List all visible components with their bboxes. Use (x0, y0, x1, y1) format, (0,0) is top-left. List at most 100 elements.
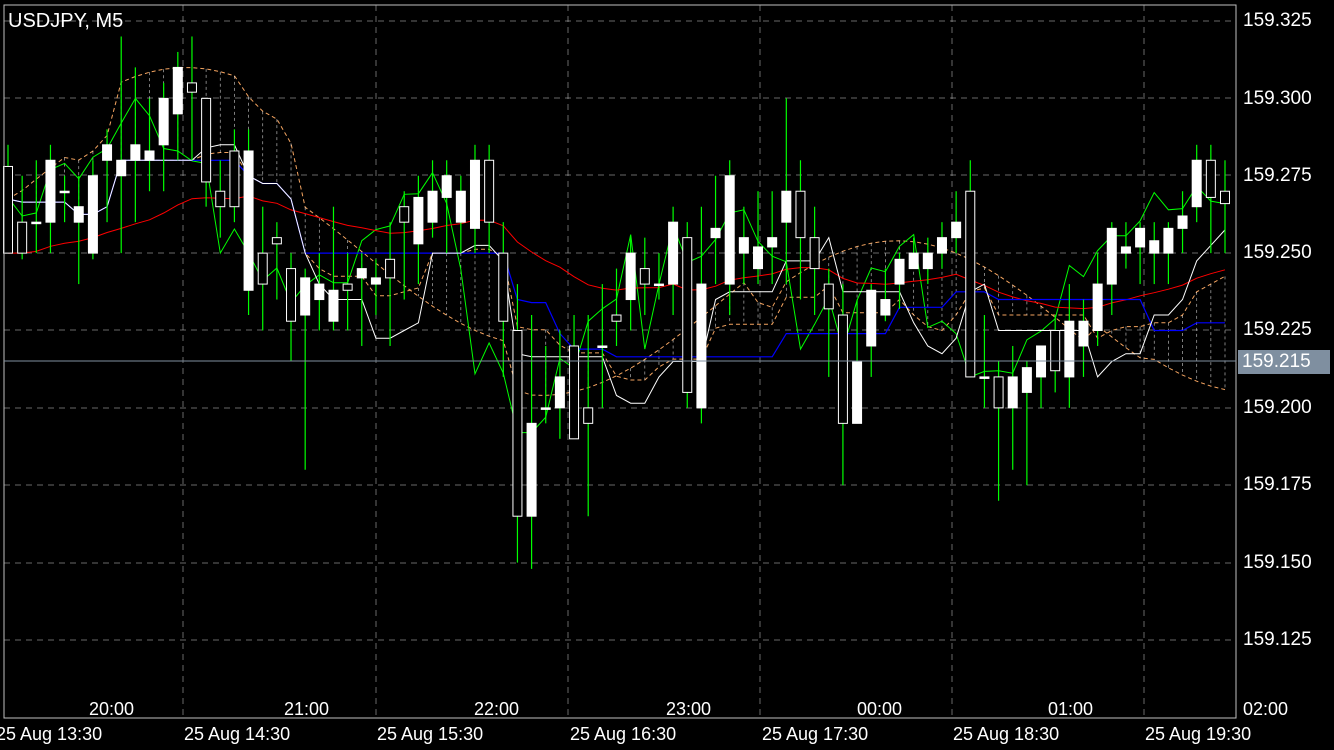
candle-body (399, 206, 410, 223)
price-tick: 159.325 (1243, 10, 1312, 31)
price-tick: 159.200 (1243, 397, 1312, 418)
candle-body (1050, 330, 1061, 372)
candle-body (724, 175, 735, 285)
candlesticks (3, 36, 1230, 569)
price-tick: 159.125 (1243, 629, 1312, 650)
indicator-lines (7, 97, 1226, 434)
candle-body (31, 221, 42, 225)
candle-body (880, 299, 891, 316)
candle-body (45, 159, 56, 223)
candle-body (852, 360, 863, 424)
candle-body (427, 190, 438, 223)
candle-body (526, 422, 537, 517)
candle-body (342, 283, 353, 291)
candle-body (696, 283, 707, 409)
candle-body (201, 97, 212, 183)
candle-body (710, 227, 721, 239)
candle-body (469, 159, 480, 229)
candle-body (130, 144, 141, 161)
candle-body (1205, 159, 1216, 198)
candle-body (1191, 159, 1202, 208)
candle-body (611, 314, 622, 322)
candle-body (866, 289, 877, 347)
candle-body (922, 252, 933, 270)
date-tick: 25 Aug 13:30 (0, 724, 103, 744)
lagging-span-line (7, 97, 1226, 434)
candle-body (738, 237, 749, 254)
candle-body (17, 221, 28, 254)
candle-body (809, 237, 820, 270)
price-tick: 159.225 (1243, 319, 1312, 340)
candle-body (569, 345, 580, 440)
candle-body (413, 196, 424, 245)
candle-body (668, 221, 679, 285)
candle-body (965, 190, 976, 378)
candle-body (908, 252, 919, 270)
candle-body (1064, 320, 1075, 378)
date-tick: 25 Aug 17:30 (762, 724, 869, 744)
price-tick: 159.275 (1243, 165, 1312, 186)
price-tick: 159.175 (1243, 474, 1312, 495)
candle-body (172, 66, 183, 115)
price-tick: 159.250 (1243, 242, 1312, 263)
candle-body (215, 190, 226, 208)
candle-body (554, 376, 565, 409)
candle-body (484, 159, 495, 223)
candle-body (1120, 246, 1131, 254)
date-tick: 25 Aug 14:30 (184, 724, 291, 744)
candle-body (682, 237, 693, 393)
time-tick: 23:00 (666, 699, 712, 719)
candle-body (767, 237, 778, 248)
candle-body (73, 206, 84, 223)
candle-body (639, 268, 650, 285)
candle-body (1106, 227, 1117, 285)
candle-body (102, 144, 113, 161)
price-tick: 159.300 (1243, 88, 1312, 109)
candle-body (1135, 227, 1146, 248)
candle-body (1177, 215, 1188, 229)
candle-body (1149, 240, 1160, 254)
time-tick: 02:00 (1243, 699, 1289, 719)
candle-body (583, 407, 594, 424)
candle-body (653, 283, 664, 287)
candle-body (753, 246, 764, 270)
date-tick: 25 Aug 18:30 (953, 724, 1060, 744)
price-chart[interactable] (0, 0, 1334, 750)
candle-body (1163, 227, 1174, 254)
candle-body (328, 289, 339, 322)
candle-body (257, 252, 268, 285)
candle-body (512, 330, 523, 517)
date-tick: 25 Aug 19:30 (1145, 724, 1252, 744)
candle-body (116, 159, 127, 177)
candle-body (837, 314, 848, 424)
candle-body (144, 150, 155, 161)
candle-body (894, 258, 905, 285)
time-tick: 01:00 (1048, 699, 1094, 719)
candle-body (370, 277, 381, 285)
candle-body (823, 283, 834, 310)
candle-body (3, 165, 13, 254)
candle-body (286, 268, 297, 322)
price-tick: 159.150 (1243, 552, 1312, 573)
candle-body (951, 221, 962, 239)
candle-body (795, 190, 806, 239)
symbol-label: USDJPY, M5 (8, 10, 124, 32)
candle-body (1220, 190, 1230, 205)
candle-body (59, 190, 70, 194)
candle-body (356, 268, 367, 279)
candle-body (936, 237, 947, 254)
candle-body (300, 277, 311, 316)
date-tick: 25 Aug 15:30 (377, 724, 484, 744)
candle-body (1021, 367, 1032, 393)
candle-body (229, 150, 240, 208)
candle-body (498, 252, 509, 322)
candle-body (781, 190, 792, 223)
candle-body (597, 345, 608, 348)
candle-body (441, 175, 452, 198)
candle-body (271, 237, 282, 245)
candle-body (455, 190, 466, 223)
candle-body (87, 175, 98, 254)
time-tick: 22:00 (474, 699, 520, 719)
candle-body (1078, 320, 1089, 347)
candle-body (625, 252, 636, 301)
